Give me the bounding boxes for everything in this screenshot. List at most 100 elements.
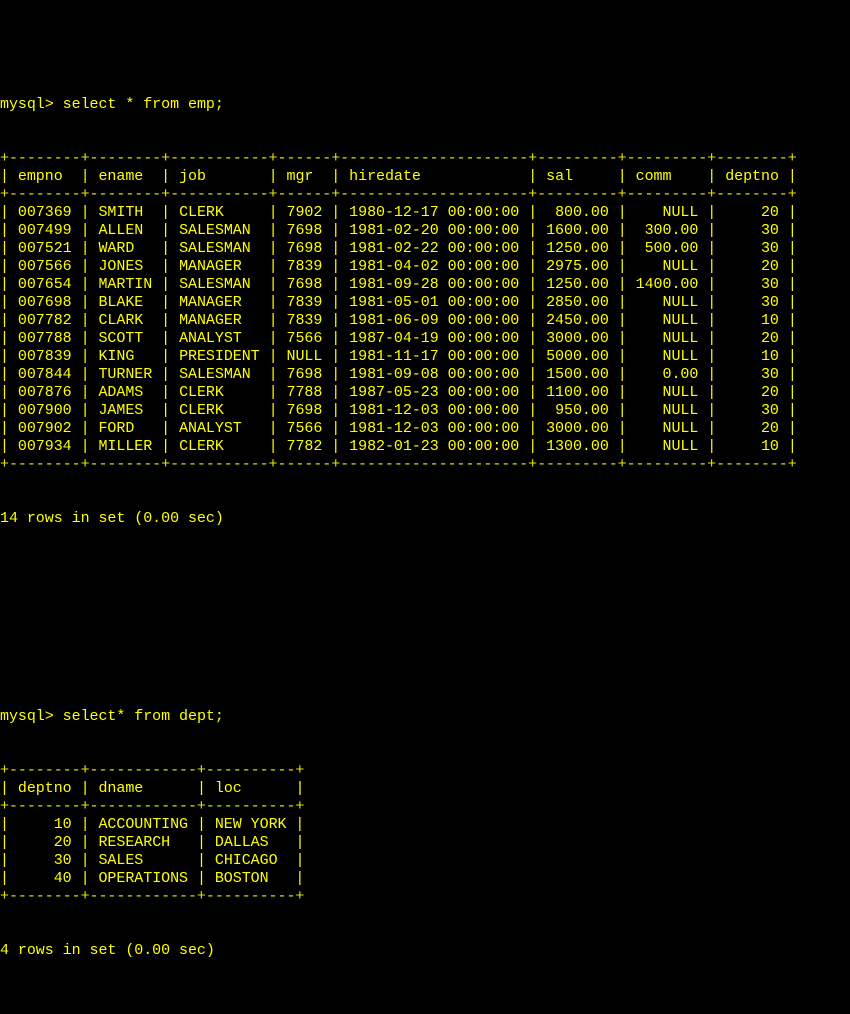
cell-empno: 007839 xyxy=(17,348,72,365)
cell-comm: NULL xyxy=(662,312,699,329)
cell-deptno: 10 xyxy=(53,816,72,833)
cell-mgr: 7698 xyxy=(286,366,323,383)
cell-hiredate: 1981-02-22 00:00:00 xyxy=(349,240,520,257)
cell-job: SALESMAN xyxy=(179,222,251,239)
cell-dname: ACCOUNTING xyxy=(98,816,188,833)
table-row: | 007900 | JAMES | CLERK | 7698 | 1981-1… xyxy=(0,402,797,419)
cell-hiredate: 1981-12-03 00:00:00 xyxy=(349,402,520,419)
cell-sal: 2850.00 xyxy=(546,294,609,311)
cell-job: CLERK xyxy=(179,384,224,401)
cell-comm: NULL xyxy=(662,204,699,221)
cell-empno: 007782 xyxy=(17,312,72,329)
cell-sal: 1250.00 xyxy=(546,276,609,293)
cell-deptno: 20 xyxy=(760,420,779,437)
cell-deptno: 30 xyxy=(760,294,779,311)
cell-deptno: 30 xyxy=(53,852,72,869)
table-row: | 20 | RESEARCH | DALLAS | xyxy=(0,834,305,851)
cell-comm: NULL xyxy=(662,402,699,419)
cell-hiredate: 1982-01-23 00:00:00 xyxy=(349,438,520,455)
table-row: | 30 | SALES | CHICAGO | xyxy=(0,852,305,869)
cell-job: SALESMAN xyxy=(179,240,251,257)
cell-sal: 5000.00 xyxy=(546,348,609,365)
cell-comm: 500.00 xyxy=(644,240,699,257)
result-table-dept: +--------+------------+----------+ | dept… xyxy=(0,762,797,906)
result-table-emp: +--------+--------+-----------+------+--… xyxy=(0,150,797,474)
table-row: | 10 | ACCOUNTING | NEW YORK | xyxy=(0,816,305,833)
cell-sal: 2450.00 xyxy=(546,312,609,329)
cell-hiredate: 1987-04-19 00:00:00 xyxy=(349,330,520,347)
cell-deptno: 10 xyxy=(760,438,779,455)
cell-job: MANAGER xyxy=(179,258,242,275)
cell-ename: SMITH xyxy=(98,204,144,221)
cell-mgr: 7839 xyxy=(286,312,323,329)
cell-comm: 0.00 xyxy=(662,366,699,383)
table-row: | 007499 | ALLEN | SALESMAN | 7698 | 198… xyxy=(0,222,797,239)
cell-mgr: 7698 xyxy=(286,222,323,239)
cell-ename: SCOTT xyxy=(98,330,144,347)
query-block-dept: mysql> select* from dept; +--------+----… xyxy=(0,672,797,996)
cell-job: MANAGER xyxy=(179,312,242,329)
table-row: | 007654 | MARTIN | SALESMAN | 7698 | 19… xyxy=(0,276,797,293)
cell-deptno: 20 xyxy=(760,204,779,221)
cell-ename: TURNER xyxy=(98,366,153,383)
cell-hiredate: 1981-04-02 00:00:00 xyxy=(349,258,520,275)
cell-hiredate: 1981-06-09 00:00:00 xyxy=(349,312,520,329)
column-header-hiredate: hiredate xyxy=(349,168,421,185)
result-summary: 14 rows in set (0.00 sec) xyxy=(0,510,224,527)
cell-sal: 1600.00 xyxy=(546,222,609,239)
column-header-loc: loc xyxy=(214,780,242,797)
cell-deptno: 40 xyxy=(53,870,72,887)
terminal-output[interactable]: mysql> select * from emp; +--------+----… xyxy=(0,6,797,1014)
cell-deptno: 10 xyxy=(760,312,779,329)
cell-job: SALESMAN xyxy=(179,366,251,383)
cell-sal: 1300.00 xyxy=(546,438,609,455)
cell-sal: 3000.00 xyxy=(546,420,609,437)
command-line: mysql> select* from dept; xyxy=(0,708,797,726)
sql-command: select * from emp; xyxy=(62,96,224,113)
prompt: mysql> xyxy=(0,708,54,725)
cell-ename: CLARK xyxy=(98,312,144,329)
cell-mgr: 7839 xyxy=(286,294,323,311)
table-row: | 007876 | ADAMS | CLERK | 7788 | 1987-0… xyxy=(0,384,797,401)
cell-empno: 007934 xyxy=(17,438,72,455)
cell-ename: JAMES xyxy=(98,402,144,419)
cell-job: CLERK xyxy=(179,438,224,455)
cell-ename: FORD xyxy=(98,420,135,437)
cell-sal: 1250.00 xyxy=(546,240,609,257)
table-row: | 007369 | SMITH | CLERK | 7902 | 1980-1… xyxy=(0,204,797,221)
cell-hiredate: 1981-09-28 00:00:00 xyxy=(349,276,520,293)
cell-job: MANAGER xyxy=(179,294,242,311)
table-row: | 007839 | KING | PRESIDENT | NULL | 198… xyxy=(0,348,797,365)
cell-loc: DALLAS xyxy=(214,834,269,851)
table-border: +--------+------------+----------+ xyxy=(0,798,305,815)
table-header-row: | empno | ename | job | mgr | hiredate |… xyxy=(0,168,797,185)
table-row: | 007698 | BLAKE | MANAGER | 7839 | 1981… xyxy=(0,294,797,311)
cell-comm: NULL xyxy=(662,438,699,455)
cell-deptno: 20 xyxy=(760,330,779,347)
cell-deptno: 30 xyxy=(760,366,779,383)
cell-empno: 007876 xyxy=(17,384,72,401)
column-header-mgr: mgr xyxy=(286,168,314,185)
cell-deptno: 30 xyxy=(760,222,779,239)
cell-hiredate: 1981-05-01 00:00:00 xyxy=(349,294,520,311)
column-header-deptno: deptno xyxy=(17,780,72,797)
cell-deptno: 30 xyxy=(760,240,779,257)
cell-comm: 300.00 xyxy=(644,222,699,239)
cell-mgr: 7698 xyxy=(286,276,323,293)
cell-dname: RESEARCH xyxy=(98,834,171,851)
cell-mgr: 7566 xyxy=(286,420,323,437)
cell-comm: 1400.00 xyxy=(635,276,699,293)
cell-mgr: 7782 xyxy=(286,438,323,455)
column-header-deptno: deptno xyxy=(725,168,779,185)
cell-sal: 3000.00 xyxy=(546,330,609,347)
command-line: mysql> select * from emp; xyxy=(0,96,797,114)
cell-ename: KING xyxy=(98,348,135,365)
cell-sal: 1100.00 xyxy=(546,384,609,401)
table-border: +--------+--------+-----------+------+--… xyxy=(0,456,797,473)
table-border: +--------+------------+----------+ xyxy=(0,762,305,779)
cell-ename: MARTIN xyxy=(98,276,153,293)
cell-empno: 007521 xyxy=(17,240,72,257)
cell-mgr: 7788 xyxy=(286,384,323,401)
table-row: | 007782 | CLARK | MANAGER | 7839 | 1981… xyxy=(0,312,797,329)
